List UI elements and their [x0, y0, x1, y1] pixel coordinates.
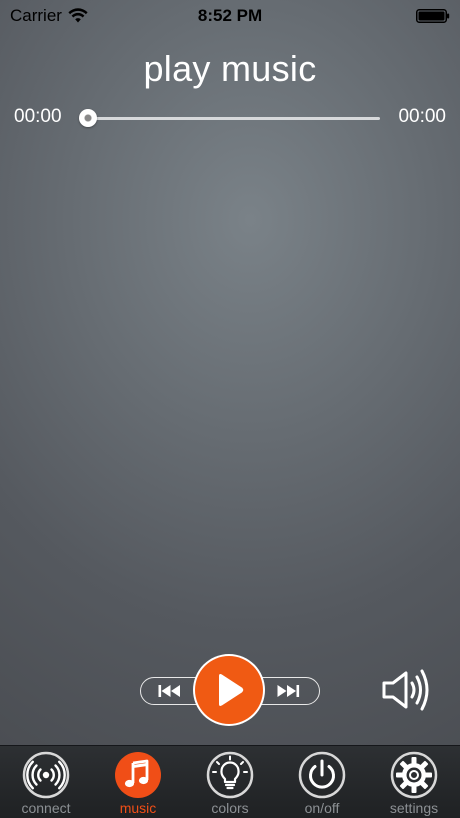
next-track-button[interactable] — [270, 680, 306, 702]
tab-settings[interactable]: settings — [368, 746, 460, 818]
wireless-signal-icon — [22, 751, 70, 799]
tab-connect[interactable]: connect — [0, 746, 92, 818]
status-bar: Carrier 8:52 PM — [0, 0, 460, 32]
next-track-icon — [277, 685, 300, 697]
tab-label: colors — [211, 800, 249, 816]
gear-icon — [390, 751, 438, 799]
music-note-icon — [115, 752, 161, 798]
progress-slider-thumb[interactable] — [79, 109, 97, 127]
tab-label: music — [119, 800, 157, 816]
total-time: 00:00 — [398, 106, 446, 127]
tab-label: on/off — [304, 800, 340, 816]
page-title: play music — [143, 48, 317, 89]
previous-track-icon — [158, 685, 180, 697]
power-icon — [298, 751, 346, 799]
light-bulb-icon — [206, 751, 254, 799]
tab-colors[interactable]: colors — [184, 746, 276, 818]
previous-track-button[interactable] — [152, 680, 188, 702]
tab-label: connect — [21, 800, 71, 816]
play-icon — [219, 674, 244, 706]
status-time: 8:52 PM — [197, 6, 263, 25]
tab-music[interactable]: music — [92, 746, 184, 818]
volume-button[interactable] — [380, 664, 432, 716]
progress-slider-track[interactable] — [88, 117, 380, 120]
tab-on-off[interactable]: on/off — [276, 746, 368, 818]
tab-bar: connect music colors on/off settings — [0, 745, 460, 818]
speaker-volume-icon — [382, 669, 429, 711]
play-button[interactable] — [195, 656, 263, 724]
battery-icon — [416, 9, 450, 23]
tab-label: settings — [389, 800, 439, 816]
elapsed-time: 00:00 — [14, 106, 62, 127]
